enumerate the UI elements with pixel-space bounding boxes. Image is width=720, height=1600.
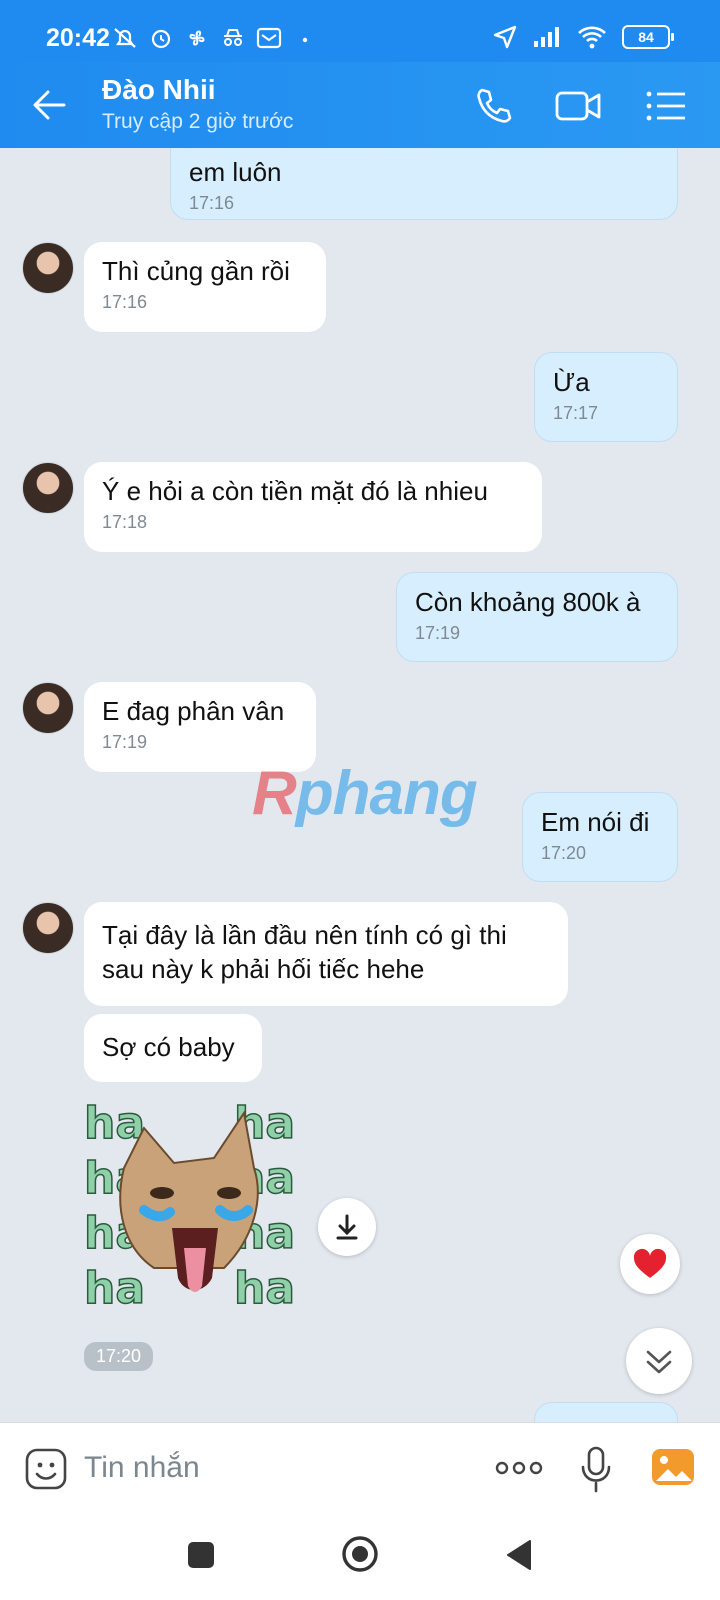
message-time: 17:19 [102, 732, 148, 752]
battery-indicator: 84 [622, 25, 674, 49]
scroll-to-bottom-button[interactable] [626, 1328, 692, 1394]
list-menu-icon [646, 91, 685, 121]
more-options-button[interactable] [494, 1453, 544, 1483]
dot-icon [292, 26, 318, 50]
chevron-double-down-icon [646, 1350, 672, 1374]
status-time: 20:42 [46, 24, 110, 52]
download-button[interactable] [318, 1198, 376, 1256]
message-text: Thì củng gần rồi [102, 256, 290, 286]
react-heart-button[interactable] [620, 1234, 680, 1294]
message-bubble-outgoing[interactable]: em luôn 17:16 [170, 148, 678, 220]
alarm-icon [148, 26, 174, 50]
send-image-button[interactable] [650, 1445, 696, 1489]
mute-icon [112, 26, 138, 50]
message-bubble-incoming[interactable]: Sợ có baby [84, 1014, 262, 1082]
message-bubble-incoming[interactable]: Ý e hỏi a còn tiền mặt đó là nhieu 17:18 [84, 462, 542, 552]
incognito-icon [220, 26, 246, 50]
avatar[interactable] [22, 902, 74, 954]
message-text: Ừa [553, 367, 590, 397]
back-button[interactable] [28, 84, 70, 126]
status-icons [112, 26, 318, 50]
mail-icon [256, 26, 282, 50]
watermark-logo: Rphang [252, 759, 478, 828]
message-time: 17:20 [541, 843, 587, 863]
message-text: Ý e hỏi a còn tiền mặt đó là nhieu [102, 476, 488, 506]
video-camera-icon [555, 91, 601, 121]
message-text: E đag phân vân [102, 696, 285, 726]
message-bubble-outgoing[interactable]: Còn khoảng 800k à 17:19 [396, 572, 678, 662]
home-button[interactable] [340, 1534, 380, 1574]
svg-text:ha: ha [84, 1263, 145, 1314]
video-call-button[interactable] [554, 84, 604, 128]
message-list[interactable]: em luôn 17:16 Thì củng gần rồi 17:16 Ừa … [0, 148, 720, 1422]
message-text: Còn khoảng 800k à [415, 587, 641, 617]
voice-message-button[interactable] [578, 1445, 614, 1493]
location-icon [493, 25, 517, 49]
ellipsis-icon [495, 1461, 543, 1475]
microphone-icon [581, 1446, 611, 1493]
message-bubble-incoming[interactable]: Tại đây là lần đầu nên tính có gì thi sa… [84, 902, 568, 1006]
heart-icon [633, 1248, 667, 1278]
image-gallery-icon [652, 1449, 694, 1485]
avatar[interactable] [22, 462, 74, 514]
laughing-cat-icon: ha ha ha ha ha ha ha ha [83, 1097, 296, 1315]
recent-apps-button[interactable] [188, 1542, 214, 1568]
status-bar: 20:42 84 [0, 0, 720, 62]
message-time: 17:18 [102, 512, 148, 532]
fan-icon [184, 26, 210, 50]
message-composer [0, 1422, 720, 1512]
message-bubble-incoming[interactable]: Thì củng gần rồi 17:16 [84, 242, 326, 332]
contact-name[interactable]: Đào Nhii [102, 74, 216, 106]
signal-icon [534, 27, 559, 47]
message-text: Uữ [553, 1415, 659, 1422]
arrow-left-icon [33, 90, 66, 120]
system-nav-bar [0, 1512, 720, 1600]
call-button[interactable] [472, 84, 516, 128]
message-time: 17:16 [102, 292, 148, 312]
menu-button[interactable] [644, 84, 688, 128]
triangle-back-icon [507, 1540, 531, 1570]
message-time: 17:16 [189, 193, 235, 213]
wifi-icon [578, 26, 606, 49]
avatar[interactable] [22, 242, 74, 294]
contact-status: Truy cập 2 giờ trước [102, 110, 294, 133]
sticker-time: 17:20 [84, 1342, 154, 1371]
status-right: 84 [492, 24, 674, 50]
home-circle-icon [342, 1536, 378, 1572]
svg-text:ha: ha [234, 1263, 295, 1314]
phone-icon [477, 88, 512, 123]
message-time: 17:17 [553, 403, 599, 423]
message-text: em luôn [189, 157, 282, 187]
message-input[interactable] [84, 1445, 464, 1491]
message-time: 17:19 [415, 623, 461, 643]
sticker-button[interactable] [24, 1447, 68, 1491]
message-bubble-outgoing[interactable]: Em nói đi 17:20 [522, 792, 678, 882]
smiley-sticker-icon [25, 1448, 67, 1490]
message-text: Em nói đi [541, 807, 650, 837]
chat-header: Đào Nhii Truy cập 2 giờ trước [0, 62, 720, 148]
back-nav-button[interactable] [504, 1538, 534, 1572]
download-icon [336, 1214, 358, 1240]
cat-sticker[interactable]: ha ha ha ha ha ha ha ha [83, 1097, 306, 1320]
message-text: Tại đây là lần đầu nên tính có gì thi sa… [102, 920, 507, 984]
avatar[interactable] [22, 682, 74, 734]
svg-text:ha: ha [84, 1098, 145, 1149]
message-bubble-outgoing[interactable]: Ừa 17:17 [534, 352, 678, 442]
message-text: Sợ có baby [102, 1032, 235, 1062]
message-bubble-outgoing[interactable]: Uữ [534, 1402, 678, 1422]
